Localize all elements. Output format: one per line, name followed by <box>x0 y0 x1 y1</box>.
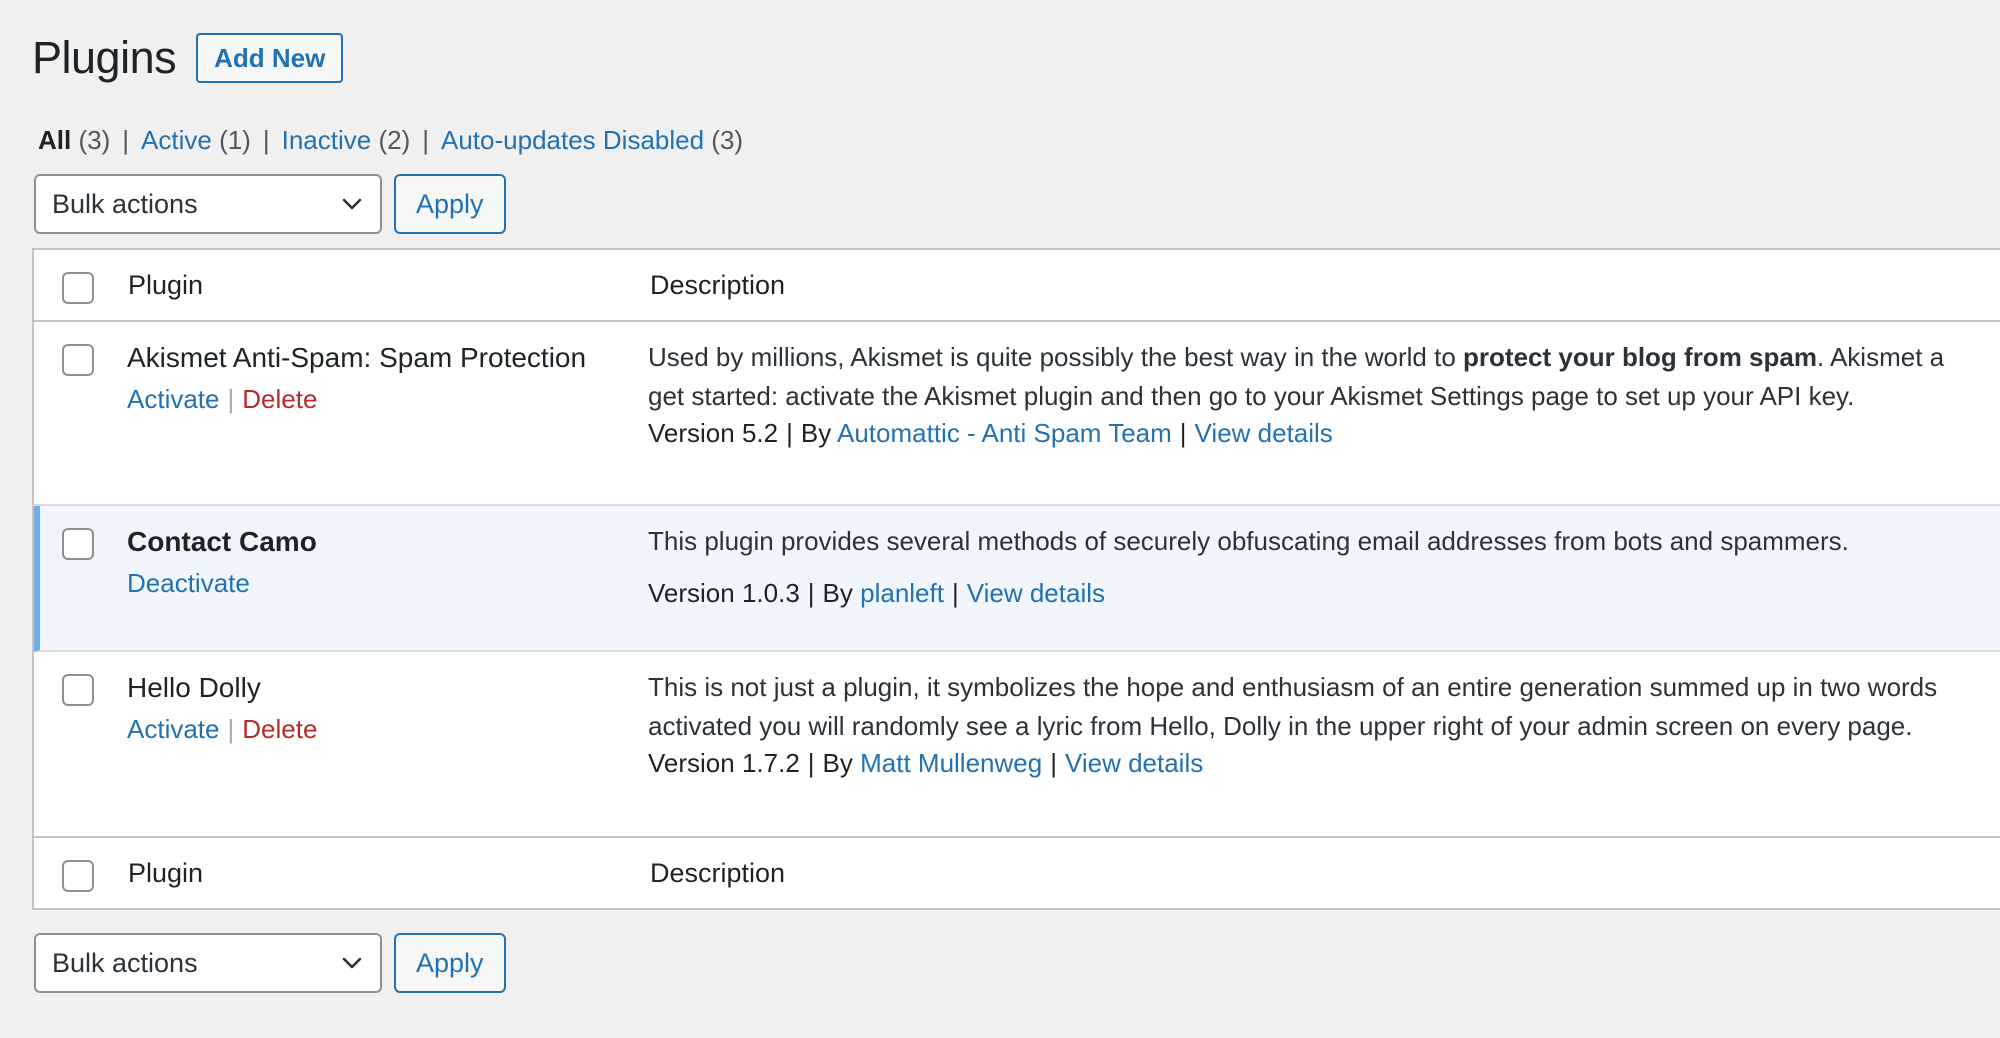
bulk-actions-select-bottom[interactable]: Bulk actions <box>34 933 382 993</box>
tablenav-top: Bulk actions Apply <box>34 174 506 234</box>
filter-inactive-count: (2) <box>378 125 411 155</box>
row-actions: Deactivate <box>127 568 250 599</box>
row-actions: Activate | Delete <box>127 714 317 745</box>
plugin-row-hello-dolly: Hello Dolly Activate | Delete This is not … <box>34 652 2000 836</box>
column-description-footer: Description <box>650 858 786 888</box>
filter-all[interactable]: All <box>38 125 71 155</box>
filter-autoupdates-count: (3) <box>711 125 744 155</box>
action-separator: | <box>227 714 235 744</box>
author-link[interactable]: Matt Mullenweg <box>860 748 1042 778</box>
description-line: activated you will randomly see a lyric … <box>648 711 1913 741</box>
description-text: . Akismet a <box>1816 342 1945 372</box>
add-new-button[interactable]: Add New <box>196 33 344 83</box>
tablenav-bottom: Bulk actions Apply <box>34 933 506 993</box>
status-filters: All (3) | Active (1) | Inactive (2) | Auto-upd… <box>38 122 743 158</box>
filter-separator: | <box>422 125 429 155</box>
meta-separator: | <box>786 418 793 448</box>
view-details-link[interactable]: View details <box>1195 418 1333 448</box>
meta-separator: | <box>1179 418 1187 448</box>
meta-separator: | <box>1050 748 1057 778</box>
row-actions: Activate | Delete <box>127 384 317 415</box>
activate-link[interactable]: Activate <box>127 384 220 414</box>
plugin-description: This is not just a plugin, it symbolizes… <box>648 668 1937 746</box>
row-checkbox[interactable] <box>62 674 94 706</box>
select-all-checkbox[interactable] <box>62 272 94 304</box>
author-link[interactable]: Automattic - Anti Spam Team <box>837 418 1172 448</box>
plugin-name: Hello Dolly <box>127 672 261 703</box>
author-link[interactable]: planleft <box>860 578 944 608</box>
action-separator: | <box>227 384 235 414</box>
chevron-down-icon <box>342 957 362 969</box>
description-line: This plugin provides several methods of … <box>648 526 1849 556</box>
bulk-actions-value: Bulk actions <box>52 947 198 978</box>
filter-separator: | <box>262 125 270 155</box>
view-details-link[interactable]: View details <box>967 578 1105 608</box>
plugin-row-akismet: Akismet Anti-Spam: Spam Protection Activ… <box>34 322 2000 506</box>
column-description: Description <box>650 270 786 300</box>
by-label: By <box>822 748 853 778</box>
description-line: This is not just a plugin, it symbolizes… <box>648 672 1938 702</box>
plugin-name: Akismet Anti-Spam: Spam Protection <box>127 342 587 373</box>
by-label: By <box>800 418 832 448</box>
activate-link[interactable]: Activate <box>127 714 220 744</box>
description-line: get started: activate the Akismet plugin… <box>648 381 1855 411</box>
apply-button[interactable]: Apply <box>394 174 506 234</box>
filter-separator: | <box>122 125 130 155</box>
meta-separator: | <box>807 578 815 608</box>
plugin-row-contact-camo: Contact Camo Deactivate This plugin prov… <box>34 506 2000 652</box>
meta-separator: | <box>951 578 959 608</box>
description-text: Used by millions, Akismet is quite possi… <box>648 342 1464 372</box>
filter-autoupdates-disabled[interactable]: Auto-updates Disabled <box>441 125 704 155</box>
plugin-version: Version 1.7.2 <box>648 748 800 778</box>
description-bold: protect your blog from spam <box>1463 342 1817 372</box>
plugin-version: Version 1.0.3 <box>648 578 800 608</box>
filter-inactive[interactable]: Inactive <box>282 125 372 155</box>
plugin-meta: Version 1.7.2 | By Matt Mullenweg | View det… <box>648 748 1203 779</box>
filter-active[interactable]: Active <box>141 125 212 155</box>
delete-link[interactable]: Delete <box>242 384 317 414</box>
plugin-meta: Version 5.2 | By Automattic - Anti Spam Te… <box>648 418 1333 449</box>
delete-link[interactable]: Delete <box>242 714 317 744</box>
plugin-description: Used by millions, Akismet is quite possi… <box>648 338 1944 416</box>
description-line: Used by millions, Akismet is quite possi… <box>648 338 1944 377</box>
plugin-version: Version 5.2 <box>648 418 779 448</box>
row-checkbox[interactable] <box>62 528 94 560</box>
meta-separator: | <box>807 748 815 778</box>
column-plugin[interactable]: Plugin <box>128 270 203 301</box>
table-header: Plugin Description <box>34 250 2000 322</box>
plugins-table: Plugin Description Akismet Anti-Spam: Sp… <box>32 248 2000 910</box>
select-all-checkbox-footer[interactable] <box>62 860 94 892</box>
row-checkbox[interactable] <box>62 344 94 376</box>
page-header: Plugins Add New <box>32 32 344 84</box>
plugin-description: This plugin provides several methods of … <box>648 522 1849 561</box>
page-title: Plugins <box>32 32 177 83</box>
apply-button-bottom[interactable]: Apply <box>394 933 506 993</box>
filter-active-count: (1) <box>219 125 251 155</box>
chevron-down-icon <box>342 198 362 210</box>
filter-all-count: (3) <box>78 125 111 155</box>
column-plugin-footer[interactable]: Plugin <box>128 858 203 889</box>
plugin-name: Contact Camo <box>127 526 317 557</box>
deactivate-link[interactable]: Deactivate <box>127 568 250 598</box>
table-footer: Plugin Description <box>34 836 2000 908</box>
view-details-link[interactable]: View details <box>1065 748 1203 778</box>
bulk-actions-value: Bulk actions <box>52 188 198 219</box>
bulk-actions-select[interactable]: Bulk actions <box>34 174 382 234</box>
plugin-meta: Version 1.0.3 | By planleft | View details <box>648 578 1105 609</box>
by-label: By <box>822 578 853 608</box>
